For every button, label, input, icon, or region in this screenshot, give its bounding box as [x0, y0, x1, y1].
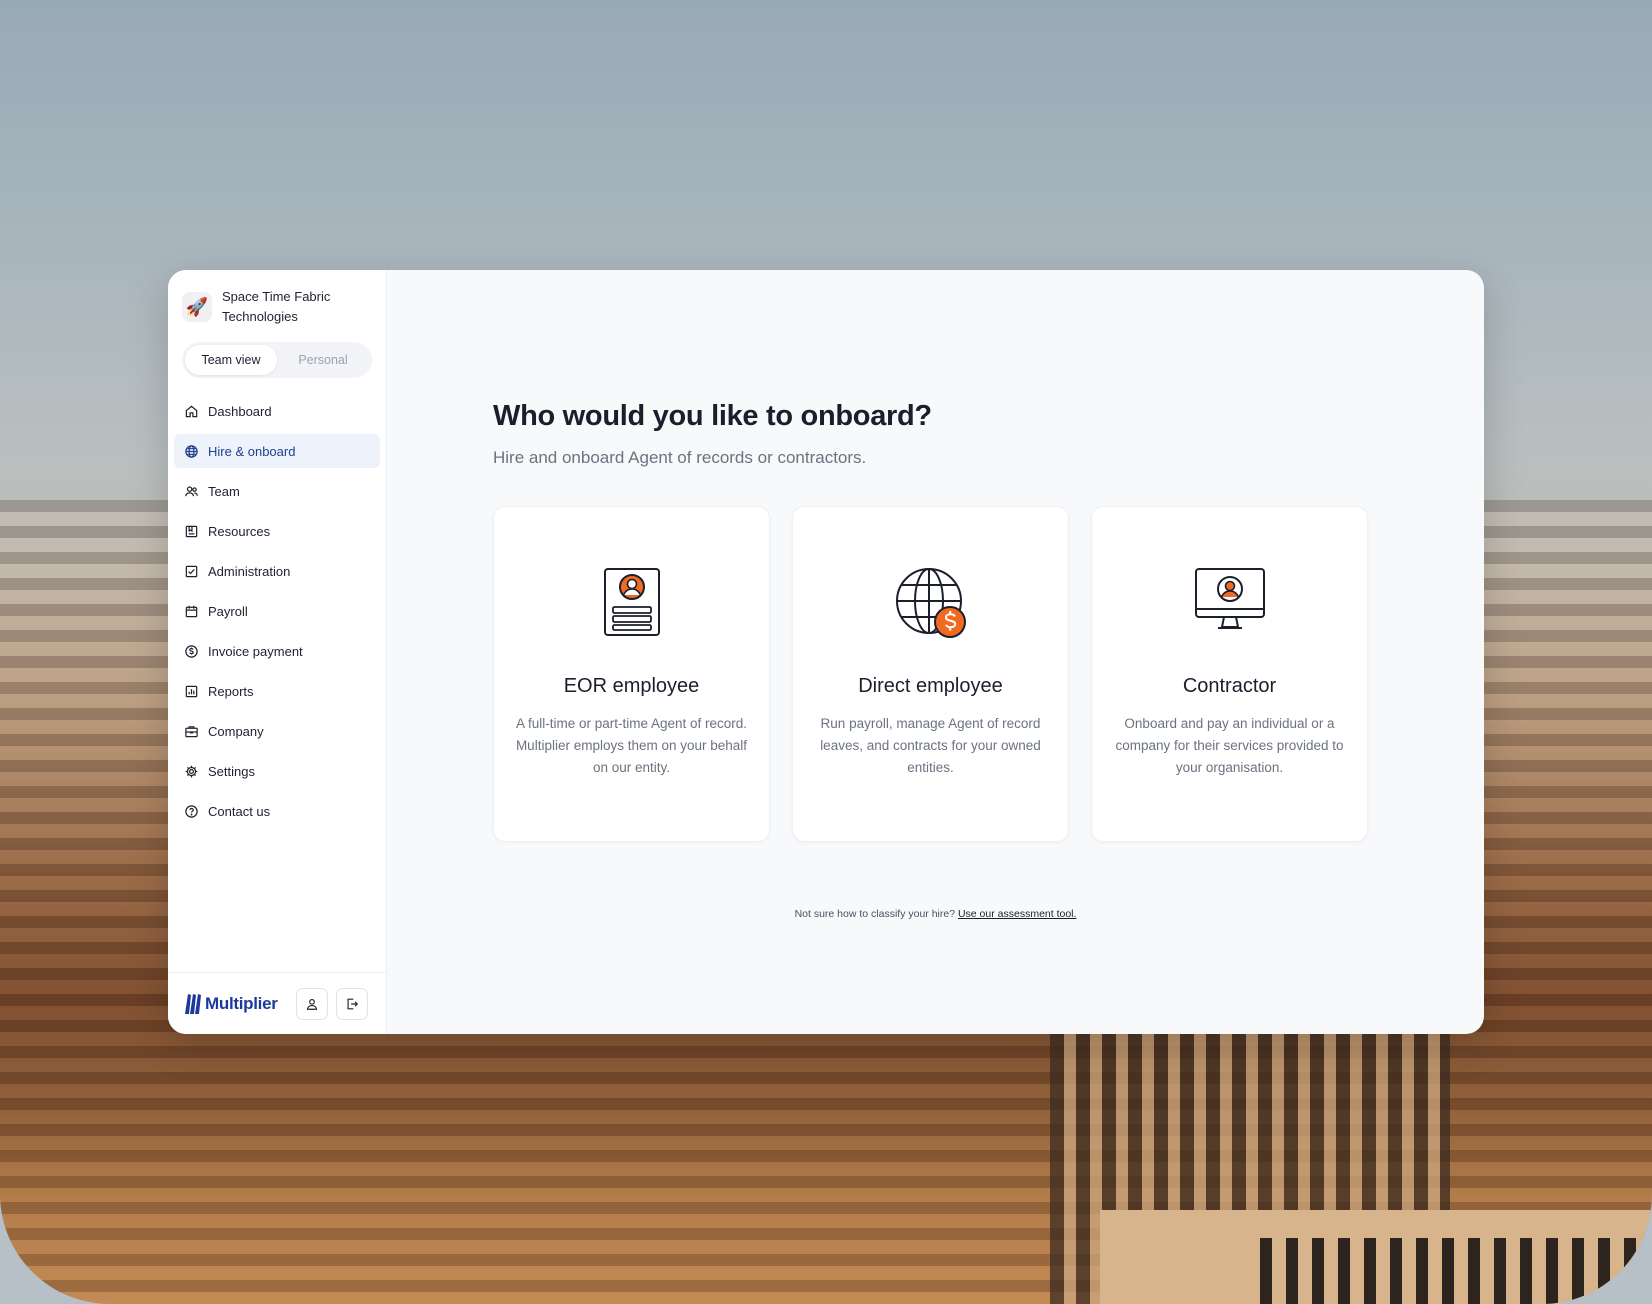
onboard-options: EOR employee A full-time or part-time Ag…: [493, 506, 1368, 842]
monitor-user-icon: [1194, 568, 1265, 629]
sidebar-item-settings[interactable]: Settings: [174, 754, 380, 788]
sidebar-item-label: Invoice payment: [208, 643, 303, 659]
profile-button[interactable]: [296, 987, 328, 1020]
page-title: Who would you like to onboard?: [493, 400, 932, 432]
eor-employee-card[interactable]: EOR employee A full-time or part-time Ag…: [493, 506, 770, 842]
home-icon: [185, 405, 198, 417]
sidebar-item-dashboard[interactable]: Dashboard: [174, 394, 380, 428]
sidebar-item-label: Resources: [208, 523, 271, 539]
help-circle-icon: [185, 804, 198, 818]
sidebar-item-label: Hire & onboard: [208, 443, 296, 459]
sidebar-item-administration[interactable]: Administration: [174, 554, 380, 588]
personal-view-toggle[interactable]: Personal: [277, 345, 369, 375]
main-content: Who would you like to onboard? Hire and …: [387, 270, 1484, 1034]
direct-employee-card[interactable]: Direct employee Run payroll, manage Agen…: [792, 506, 1069, 842]
globe-dollar-icon: [895, 568, 966, 638]
sidebar-item-label: Dashboard: [208, 403, 272, 419]
sidebar-item-label: Contact us: [208, 803, 271, 819]
rocket-icon: 🚀: [182, 292, 212, 322]
app-window: 🚀 Space Time Fabric Technologies Team vi…: [168, 270, 1484, 1034]
card-description: Onboard and pay an individual or a compa…: [1115, 716, 1344, 775]
user-icon: [306, 998, 318, 1010]
sidebar-item-contact-us[interactable]: Contact us: [174, 794, 380, 828]
page-subtitle: Hire and onboard Agent of records or con…: [493, 448, 867, 467]
sidebar-item-company[interactable]: Company: [174, 714, 380, 748]
sidebar-item-payroll[interactable]: Payroll: [174, 594, 380, 628]
gear-icon: [185, 765, 198, 777]
calendar-icon: [185, 605, 198, 617]
sidebar-item-label: Team: [208, 483, 240, 499]
sidebar-item-resources[interactable]: Resources: [174, 514, 380, 548]
users-icon: [185, 485, 199, 496]
sidebar-nav: Dashboard Hire & onboard Team Resources …: [168, 394, 386, 828]
sidebar: 🚀 Space Time Fabric Technologies Team vi…: [168, 270, 387, 1034]
briefcase-icon: [185, 725, 198, 737]
logout-button[interactable]: [336, 987, 368, 1020]
contractor-card[interactable]: Contractor Onboard and pay an individual…: [1091, 506, 1368, 842]
sidebar-item-label: Settings: [208, 763, 255, 779]
sidebar-item-reports[interactable]: Reports: [174, 674, 380, 708]
sidebar-item-label: Administration: [208, 563, 291, 579]
hint-text: Not sure how to classify your hire?: [794, 908, 956, 920]
dollar-circle-icon: [185, 644, 198, 658]
sidebar-item-team[interactable]: Team: [174, 474, 380, 508]
sidebar-footer: Multiplier: [168, 972, 386, 1034]
sidebar-item-label: Reports: [208, 683, 254, 699]
team-view-toggle[interactable]: Team view: [185, 345, 277, 375]
sidebar-item-label: Company: [208, 723, 264, 739]
card-description: A full-time or part-time Agent of record…: [515, 716, 748, 775]
bar-chart-icon: [185, 685, 198, 697]
multiplier-mark-icon: [185, 993, 201, 1014]
sidebar-item-label: Payroll: [208, 603, 248, 619]
sidebar-item-invoice-payment[interactable]: Invoice payment: [174, 634, 380, 668]
globe-icon: [185, 444, 198, 458]
assessment-tool-link[interactable]: Use our assessment tool.: [958, 908, 1076, 920]
id-card-icon: [603, 568, 660, 636]
card-title: Contractor: [1182, 675, 1277, 697]
brand-name: Multiplier: [205, 993, 278, 1013]
view-toggle: Team view Personal: [182, 342, 372, 378]
logout-icon: [347, 998, 359, 1009]
card-title: Direct employee: [858, 675, 1003, 697]
classification-hint: Not sure how to classify your hire? Use …: [387, 908, 1484, 920]
multiplier-logo[interactable]: Multiplier: [182, 990, 288, 1018]
org-name: Space Time Fabric Technologies: [222, 289, 331, 324]
card-title: EOR employee: [563, 675, 700, 697]
checklist-icon: [185, 565, 198, 577]
sidebar-item-hire-onboard[interactable]: Hire & onboard: [174, 434, 380, 468]
org-switcher[interactable]: 🚀 Space Time Fabric Technologies: [168, 270, 386, 330]
book-icon: [185, 525, 198, 537]
card-description: Run payroll, manage Agent of record leav…: [820, 716, 1041, 775]
